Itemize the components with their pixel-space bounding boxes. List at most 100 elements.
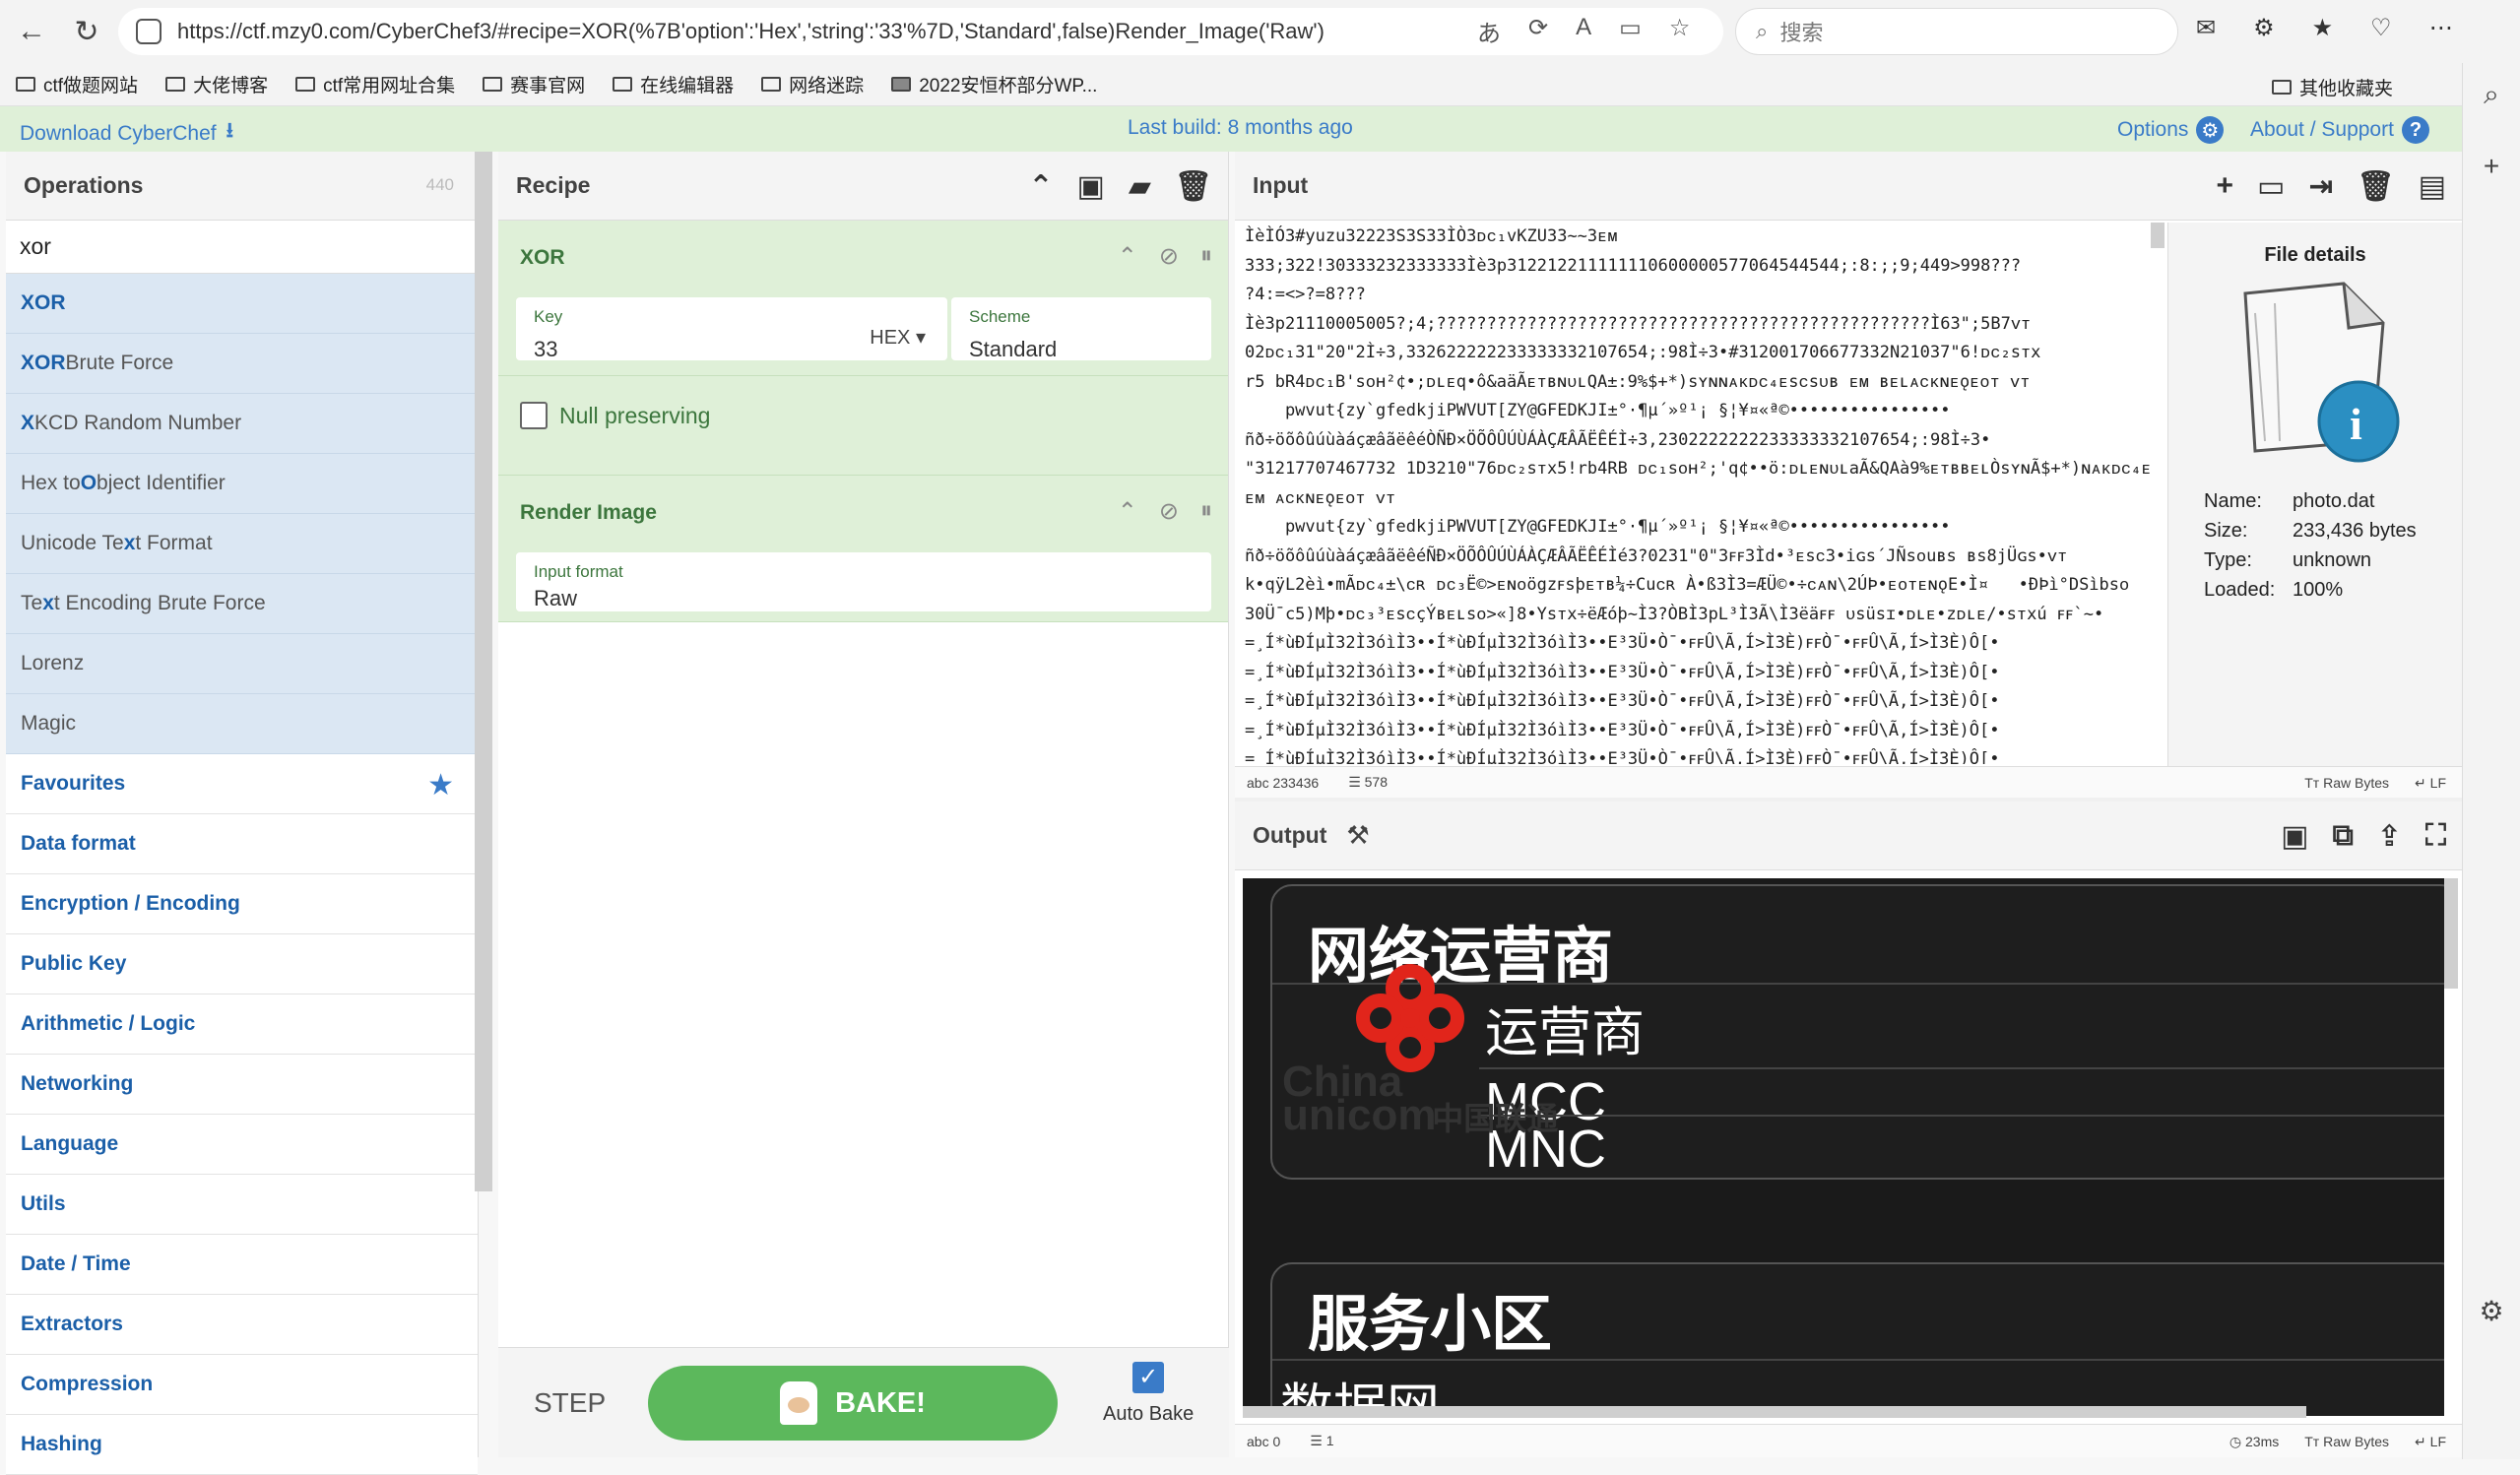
bake-time: ◷ 23ms <box>2229 1434 2280 1449</box>
translate-icon[interactable]: あ <box>1477 14 1501 48</box>
operation-name-bold: XOR <box>21 352 66 374</box>
collapse-icon[interactable]: ⌃ <box>1118 497 1137 526</box>
serving-cell-card: 服务小区 数据网 <box>1270 1262 2444 1416</box>
replace-input-icon[interactable]: ⇪ <box>2377 819 2402 854</box>
key-value[interactable]: 33 <box>534 337 557 362</box>
disable-icon[interactable]: ⊘ <box>1159 242 1179 271</box>
output-scrollbar-horizontal[interactable] <box>1243 1406 2306 1418</box>
operation-result-item[interactable]: Lorenz <box>6 634 478 694</box>
category-item[interactable]: Hashing <box>6 1415 478 1475</box>
input-pane: Input + ▭ ⇥ 🗑 ▤ ÌèÌÓ3#yuzu32223S3S33ÌÒ3ᴅ… <box>1235 152 2462 798</box>
category-item[interactable]: Arithmetic / Logic <box>6 994 478 1055</box>
sync-icon[interactable]: ⟳ <box>1528 14 1548 48</box>
key-format-dropdown[interactable]: HEX ▾ <box>870 325 926 350</box>
null-preserving-checkbox[interactable]: Null preserving <box>520 402 710 429</box>
operation-result-item[interactable]: Te x t Encoding Brute Force <box>6 574 478 634</box>
more-menu-icon[interactable]: ⋯ <box>2429 14 2453 42</box>
bookmark-folder[interactable]: 网络迷踪 <box>761 71 864 97</box>
layout-icon[interactable]: ▤ <box>2419 169 2446 204</box>
split-screen-icon[interactable]: ▭ <box>1619 14 1642 48</box>
trash-icon[interactable]: 🗑 <box>2358 169 2395 204</box>
add-tab-icon[interactable]: + <box>2217 169 2234 204</box>
operations-scrollbar[interactable] <box>475 152 492 1191</box>
input-scrollbar[interactable] <box>2151 223 2165 248</box>
bookmark-folder[interactable]: 在线编辑器 <box>613 71 734 97</box>
pause-icon[interactable]: ⏸ <box>1200 242 1212 271</box>
operations-search-input[interactable]: xor <box>6 221 478 274</box>
xor-scheme-field[interactable]: Scheme Standard <box>951 297 1211 361</box>
pause-icon[interactable]: ⏸ <box>1200 497 1212 526</box>
open-folder-icon[interactable]: ▭ <box>2257 169 2285 204</box>
category-item[interactable]: Encryption / Encoding <box>6 874 478 934</box>
category-item[interactable]: Extractors <box>6 1295 478 1355</box>
operation-result-item[interactable]: Unicode Te x t Format <box>6 514 478 574</box>
scheme-value: Standard <box>969 337 1058 361</box>
operation-result-item[interactable]: Magic <box>6 694 478 754</box>
sidebar-add-icon[interactable]: + <box>2484 151 2499 182</box>
mail-icon[interactable]: ✉ <box>2196 14 2216 42</box>
operation-name-bold: x <box>123 532 136 554</box>
input-eol: LF <box>2429 775 2446 791</box>
operation-result-item[interactable]: X KCD Random Number <box>6 394 478 454</box>
category-item[interactable]: Favourites ★ <box>6 754 478 814</box>
eol-selector[interactable]: ↵ LF <box>2415 1434 2446 1450</box>
bookmark-link[interactable]: 2022安恒杯部分WP... <box>891 71 1097 97</box>
folder-open-icon[interactable]: ▰ <box>1129 169 1151 204</box>
trash-icon[interactable]: 🗑 <box>1175 169 1212 204</box>
other-bookmarks[interactable]: 其他收藏夹 <box>2271 74 2393 100</box>
xor-key-field[interactable]: Key 33 HEX ▾ <box>516 297 947 362</box>
options-button[interactable]: Options ⚙ <box>2117 116 2225 144</box>
refresh-icon[interactable]: ↻ <box>63 8 110 55</box>
category-item[interactable]: Compression <box>6 1355 478 1415</box>
bake-button[interactable]: BAKE! <box>648 1366 1058 1441</box>
lines-indicator: ☰ 1 <box>1310 1433 1334 1448</box>
bookmark-folder[interactable]: ctf常用网址合集 <box>295 71 455 97</box>
eol-selector[interactable]: ↵ LF <box>2415 775 2446 792</box>
settings-gear-icon[interactable]: ⚙ <box>2479 1295 2503 1327</box>
input-line: r5 bR4ᴅᴄ₁B'ѕᴏʜ²¢•;ᴅʟᴇq•ô&aäÃᴇᴛʙɴᴜʟQA±:9%… <box>1245 371 2031 392</box>
category-item[interactable]: Date / Time <box>6 1235 478 1295</box>
bookmark-folder[interactable]: 大佬博客 <box>165 71 268 97</box>
input-format-field[interactable]: Input format Raw <box>516 552 1211 611</box>
favorites-icon[interactable]: ★ <box>2312 14 2334 42</box>
download-cyberchef-link[interactable]: Download CyberChef ⭳ <box>20 116 233 151</box>
operation-result-item[interactable]: XOR Brute Force <box>6 334 478 394</box>
magic-wand-icon[interactable]: ⚒ <box>1346 820 1369 851</box>
input-textarea[interactable]: ÌèÌÓ3#yuzu32223S3S33ÌÒ3ᴅᴄ₁vKZU33~~3ᴇᴍ 333… <box>1245 223 2151 764</box>
category-item[interactable]: Public Key <box>6 934 478 994</box>
disable-icon[interactable]: ⊘ <box>1159 497 1179 526</box>
site-info-icon[interactable] <box>136 19 162 44</box>
browser-search-input[interactable]: ⌕ 搜索 <box>1735 8 2178 55</box>
maximize-icon[interactable]: ⛶ <box>2425 819 2446 854</box>
read-aloud-icon[interactable]: A <box>1576 14 1591 48</box>
sidebar-search-icon[interactable]: ⌕ <box>2484 79 2499 111</box>
collapse-icon[interactable]: ⌃ <box>1118 242 1137 271</box>
operation-result-item[interactable]: Hex to Object Identifier <box>6 454 478 514</box>
category-item[interactable]: Networking <box>6 1055 478 1115</box>
collapse-icon[interactable]: ⌃ <box>1028 169 1053 204</box>
encoding-selector[interactable]: Tт Raw Bytes <box>2304 1434 2389 1450</box>
operation-result-item[interactable]: XOR <box>6 274 478 334</box>
encoding-selector[interactable]: Tт Raw Bytes <box>2304 775 2389 792</box>
output-scrollbar-vertical[interactable] <box>2444 878 2458 989</box>
category-item[interactable]: Language <box>6 1115 478 1175</box>
favorite-star-icon[interactable]: ☆ <box>1669 14 1691 48</box>
operation-name-pre: Te <box>21 592 43 614</box>
name-label: Name: <box>2204 490 2262 512</box>
extensions-icon[interactable]: ⚙ <box>2253 14 2275 42</box>
favourites-star-icon[interactable]: ★ <box>427 768 454 802</box>
back-icon[interactable]: ← <box>8 8 55 55</box>
category-label: Arithmetic / Logic <box>21 1012 196 1035</box>
open-file-icon[interactable]: ⇥ <box>2308 169 2333 204</box>
category-item[interactable]: Data format <box>6 814 478 874</box>
category-item[interactable]: Utils <box>6 1175 478 1235</box>
about-support-button[interactable]: About / Support ? <box>2250 116 2429 144</box>
browser-essentials-icon[interactable]: ♡ <box>2370 14 2392 42</box>
save-output-icon[interactable]: ▣ <box>2281 819 2308 854</box>
step-button[interactable]: STEP <box>534 1387 606 1419</box>
bookmark-folder[interactable]: 赛事官网 <box>483 71 585 97</box>
copy-icon[interactable]: ⧉ <box>2332 819 2353 854</box>
auto-bake-checkbox[interactable]: ✓ Auto Bake <box>1103 1362 1194 1426</box>
save-icon[interactable]: ▣ <box>1076 169 1104 204</box>
bookmark-folder[interactable]: ctf做题网站 <box>16 71 138 97</box>
